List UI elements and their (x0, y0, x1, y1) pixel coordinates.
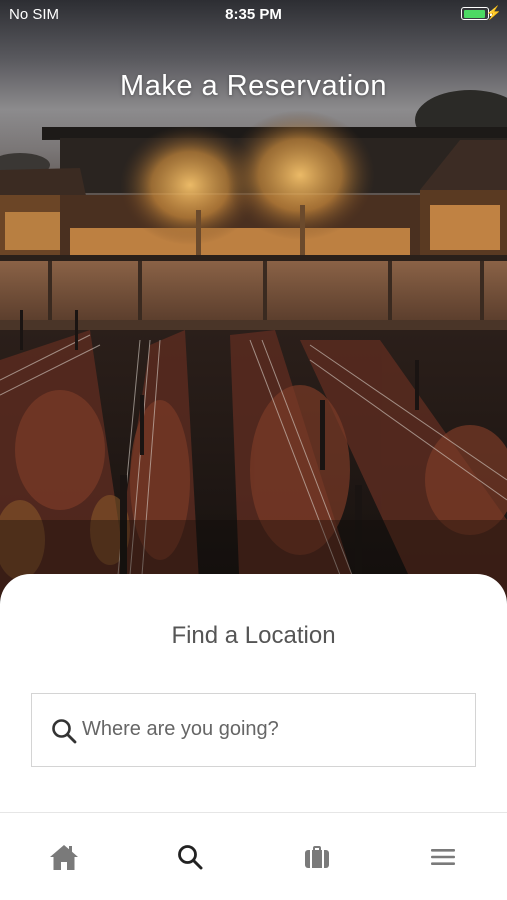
battery-level (463, 9, 485, 18)
page-title: Make a Reservation (120, 70, 387, 102)
tab-bar (0, 812, 507, 900)
search-icon (178, 845, 203, 870)
tab-trips[interactable] (297, 841, 337, 873)
status-bar: No SIM 8:35 PM ⚡ (0, 0, 507, 28)
tab-menu[interactable] (423, 841, 463, 873)
search-icon (52, 719, 77, 744)
briefcase-icon (305, 846, 329, 868)
search-field[interactable] (31, 693, 476, 767)
status-time: 8:35 PM (225, 6, 282, 23)
search-input[interactable] (82, 694, 462, 765)
tab-home[interactable] (44, 841, 84, 873)
search-panel: Find a Location (0, 574, 507, 814)
home-icon (50, 845, 78, 870)
reservation-screen: No SIM 8:35 PM ⚡ Make a Reservation Find… (0, 0, 507, 900)
hamburger-icon (431, 849, 455, 865)
battery-icon (461, 7, 492, 20)
bolt-icon: ⚡ (485, 5, 502, 20)
search-panel-title: Find a Location (171, 622, 336, 649)
tab-search[interactable] (170, 841, 210, 873)
